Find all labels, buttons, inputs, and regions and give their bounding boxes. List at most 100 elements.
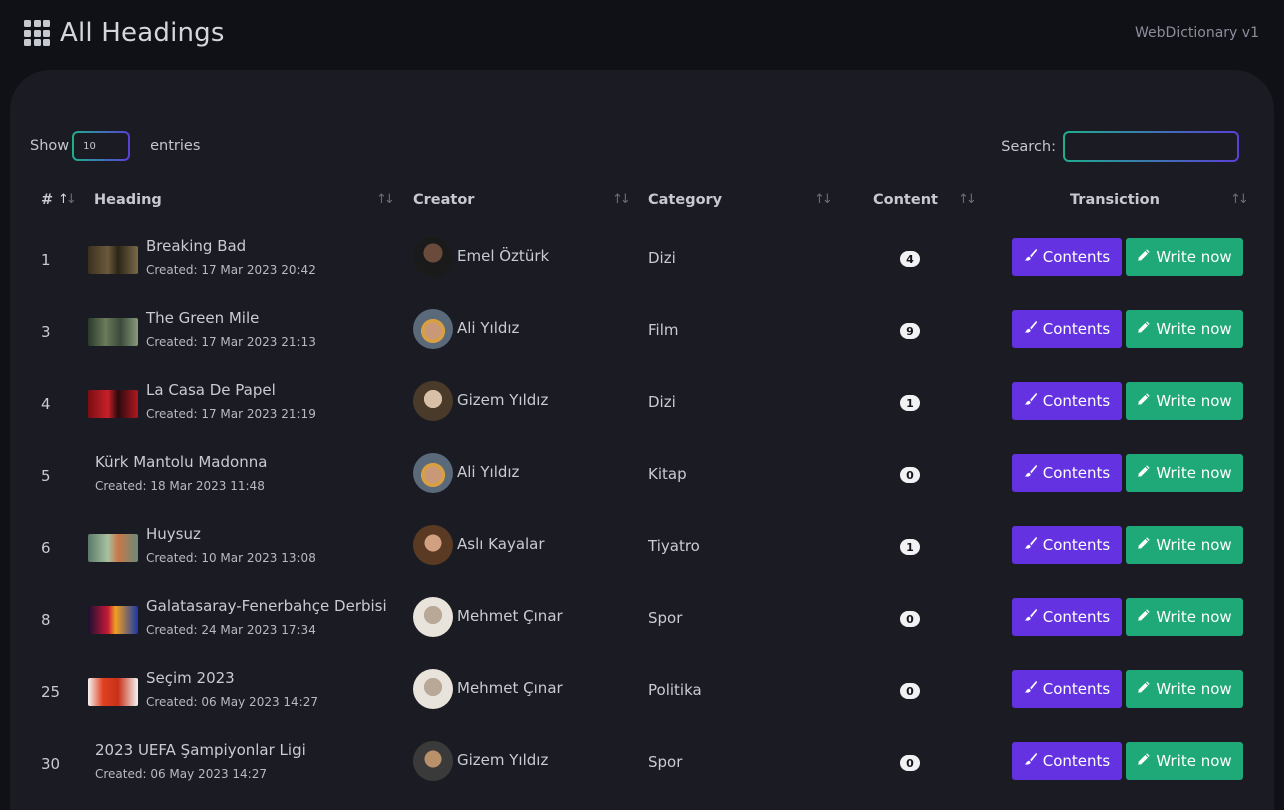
creator-name[interactable]: Ali Yıldız: [457, 463, 519, 481]
heading-title[interactable]: Seçim 2023: [146, 669, 235, 687]
write-now-button-label: Write now: [1156, 680, 1232, 698]
avatar: [413, 741, 453, 781]
sort-icon[interactable]: ↑↓: [814, 192, 833, 207]
creator-name[interactable]: Gizem Yıldız: [457, 751, 548, 769]
heading-title[interactable]: Galatasaray-Fenerbahçe Derbisi: [146, 597, 387, 615]
column-header-id[interactable]: #: [41, 192, 53, 208]
contents-button[interactable]: Contents: [1012, 598, 1122, 636]
write-now-button-label: Write now: [1156, 248, 1232, 266]
sort-icon[interactable]: ↑↓: [1230, 192, 1249, 207]
contents-button-label: Contents: [1042, 464, 1111, 482]
heading-title[interactable]: 2023 UEFA Şampiyonlar Ligi: [95, 741, 306, 759]
creator-name[interactable]: Mehmet Çınar: [457, 679, 563, 697]
contents-button[interactable]: Contents: [1012, 382, 1122, 420]
sort-icon[interactable]: ↑↓: [376, 192, 395, 207]
page-header: All Headings: [24, 18, 225, 48]
creator-name[interactable]: Mehmet Çınar: [457, 607, 563, 625]
brush-icon: [1024, 320, 1038, 338]
row-id: 3: [41, 323, 51, 341]
column-header-heading[interactable]: Heading: [94, 192, 162, 208]
sort-icon[interactable]: ↑↓: [58, 192, 77, 207]
grid-icon: [24, 20, 50, 46]
contents-button[interactable]: Contents: [1012, 526, 1122, 564]
row-id: 6: [41, 539, 51, 557]
heading-thumbnail: [88, 318, 138, 346]
column-header-creator[interactable]: Creator: [413, 192, 474, 208]
table-row: 4 La Casa De Papel Created: 17 Mar 2023 21…: [0, 369, 1284, 441]
contents-button-label: Contents: [1042, 608, 1111, 626]
row-id: 8: [41, 611, 51, 629]
app-version: WebDictionary v1: [1135, 25, 1259, 41]
creator-name[interactable]: Gizem Yıldız: [457, 391, 548, 409]
table-row: 25 Seçim 2023 Created: 06 May 2023 14:27 Me…: [0, 657, 1284, 729]
table-row: 3 The Green Mile Created: 17 Mar 2023 21:1…: [0, 297, 1284, 369]
heading-thumbnail: [88, 678, 138, 706]
contents-button[interactable]: Contents: [1012, 238, 1122, 276]
pencil-icon: [1137, 536, 1151, 554]
category-label: Spor: [648, 753, 683, 771]
column-header-content[interactable]: Content: [873, 192, 938, 208]
contents-button[interactable]: Contents: [1012, 670, 1122, 708]
write-now-button-label: Write now: [1156, 752, 1232, 770]
category-label: Dizi: [648, 393, 676, 411]
heading-thumbnail: [88, 390, 138, 418]
contents-button[interactable]: Contents: [1012, 742, 1122, 780]
content-count-badge: 1: [900, 539, 920, 555]
contents-button-label: Contents: [1042, 248, 1111, 266]
avatar: [413, 237, 453, 277]
write-now-button[interactable]: Write now: [1126, 382, 1243, 420]
write-now-button[interactable]: Write now: [1126, 310, 1243, 348]
row-id: 1: [41, 251, 51, 269]
avatar: [413, 309, 453, 349]
search-label: Search:: [1001, 138, 1056, 155]
creator-name[interactable]: Emel Öztürk: [457, 247, 549, 265]
heading-created-date: Created: 17 Mar 2023 21:19: [146, 407, 316, 421]
heading-title[interactable]: Kürk Mantolu Madonna: [95, 453, 267, 471]
heading-created-date: Created: 24 Mar 2023 17:34: [146, 623, 316, 637]
creator-name[interactable]: Ali Yıldız: [457, 319, 519, 337]
brush-icon: [1024, 536, 1038, 554]
category-label: Dizi: [648, 249, 676, 267]
search-input[interactable]: [1063, 131, 1239, 162]
column-header-transaction[interactable]: Transiction: [1070, 192, 1160, 208]
pencil-icon: [1137, 608, 1151, 626]
sort-icon[interactable]: ↑↓: [612, 192, 631, 207]
write-now-button[interactable]: Write now: [1126, 742, 1243, 780]
heading-created-date: Created: 17 Mar 2023 21:13: [146, 335, 316, 349]
heading-title[interactable]: La Casa De Papel: [146, 381, 276, 399]
write-now-button[interactable]: Write now: [1126, 238, 1243, 276]
brush-icon: [1024, 464, 1038, 482]
content-count-badge: 9: [900, 323, 920, 339]
brush-icon: [1024, 752, 1038, 770]
write-now-button[interactable]: Write now: [1126, 526, 1243, 564]
write-now-button-label: Write now: [1156, 536, 1232, 554]
heading-created-date: Created: 10 Mar 2023 13:08: [146, 551, 316, 565]
heading-created-date: Created: 17 Mar 2023 20:42: [146, 263, 316, 277]
row-id: 5: [41, 467, 51, 485]
avatar: [413, 381, 453, 421]
heading-title[interactable]: The Green Mile: [146, 309, 259, 327]
sort-icon[interactable]: ↑↓: [958, 192, 977, 207]
pencil-icon: [1137, 392, 1151, 410]
heading-thumbnail: [88, 246, 138, 274]
contents-button[interactable]: Contents: [1012, 310, 1122, 348]
avatar: [413, 453, 453, 493]
column-header-category[interactable]: Category: [648, 192, 722, 208]
heading-title[interactable]: Huysuz: [146, 525, 201, 543]
table-row: 5 Kürk Mantolu Madonna Created: 18 Mar 202…: [0, 441, 1284, 513]
contents-button[interactable]: Contents: [1012, 454, 1122, 492]
avatar: [413, 669, 453, 709]
row-id: 30: [41, 755, 61, 773]
write-now-button[interactable]: Write now: [1126, 598, 1243, 636]
entries-select[interactable]: [72, 131, 131, 161]
write-now-button[interactable]: Write now: [1126, 454, 1243, 492]
brush-icon: [1024, 680, 1038, 698]
heading-title[interactable]: Breaking Bad: [146, 237, 246, 255]
write-now-button-label: Write now: [1156, 392, 1232, 410]
category-label: Tiyatro: [648, 537, 700, 555]
write-now-button[interactable]: Write now: [1126, 670, 1243, 708]
table-row: 6 Huysuz Created: 10 Mar 2023 13:08 Aslı Ka…: [0, 513, 1284, 585]
creator-name[interactable]: Aslı Kayalar: [457, 535, 545, 553]
avatar: [413, 525, 453, 565]
contents-button-label: Contents: [1042, 320, 1111, 338]
